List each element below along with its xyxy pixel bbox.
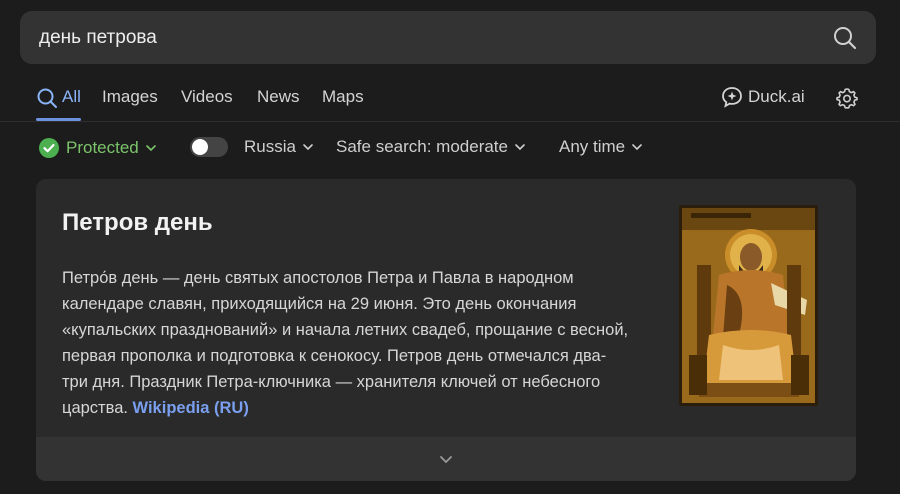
search-tabs: All Images Videos News Maps Duck.ai [0,72,900,122]
panel-title: Петров день [62,209,213,236]
chevron-down-icon [440,456,452,464]
search-bar [20,11,876,64]
region-label: Russia [244,137,296,156]
duckai-link[interactable]: Duck.ai [721,86,805,108]
wikipedia-link[interactable]: Wikipedia (RU) [133,399,249,417]
protected-filter[interactable]: Protected [38,137,157,159]
safe-search-label: Safe search: moderate [336,137,508,156]
panel-description: Петро́в день — день святых апостолов Пет… [62,265,632,421]
expand-panel-button[interactable] [36,437,856,481]
tab-news[interactable]: News [257,87,300,119]
chevron-down-icon [632,144,642,151]
search-icon [37,88,57,108]
search-icon [834,27,857,50]
tab-label: All [62,87,81,106]
knowledge-panel: Петров день Петро́в день — день святых а… [36,179,856,481]
tab-videos[interactable]: Videos [181,87,233,119]
time-label: Any time [559,137,626,156]
safe-search-filter[interactable]: Safe search: moderate [336,137,526,157]
tab-maps[interactable]: Maps [322,87,364,119]
saint-icon-painting [679,205,818,406]
filter-bar: Protected Russia Safe search: moderate A… [0,132,900,166]
tab-all[interactable]: All [36,87,81,121]
duckai-label: Duck.ai [748,87,805,106]
gear-icon [836,88,858,109]
search-button[interactable] [832,25,858,51]
region-filter[interactable]: Russia [190,137,314,157]
protected-label: Protected [66,138,139,157]
chevron-down-icon [515,144,525,151]
tab-images[interactable]: Images [102,87,158,119]
search-input[interactable] [39,11,819,64]
region-toggle[interactable] [190,137,228,157]
shield-check-icon [39,138,59,158]
time-filter[interactable]: Any time [559,137,643,157]
panel-image[interactable] [679,205,818,406]
chevron-down-icon [303,144,313,151]
panel-text: Петро́в день — день святых апостолов Пет… [62,269,629,417]
chevron-down-icon [145,145,156,152]
settings-button[interactable] [835,86,859,110]
duckai-icon [722,87,742,108]
